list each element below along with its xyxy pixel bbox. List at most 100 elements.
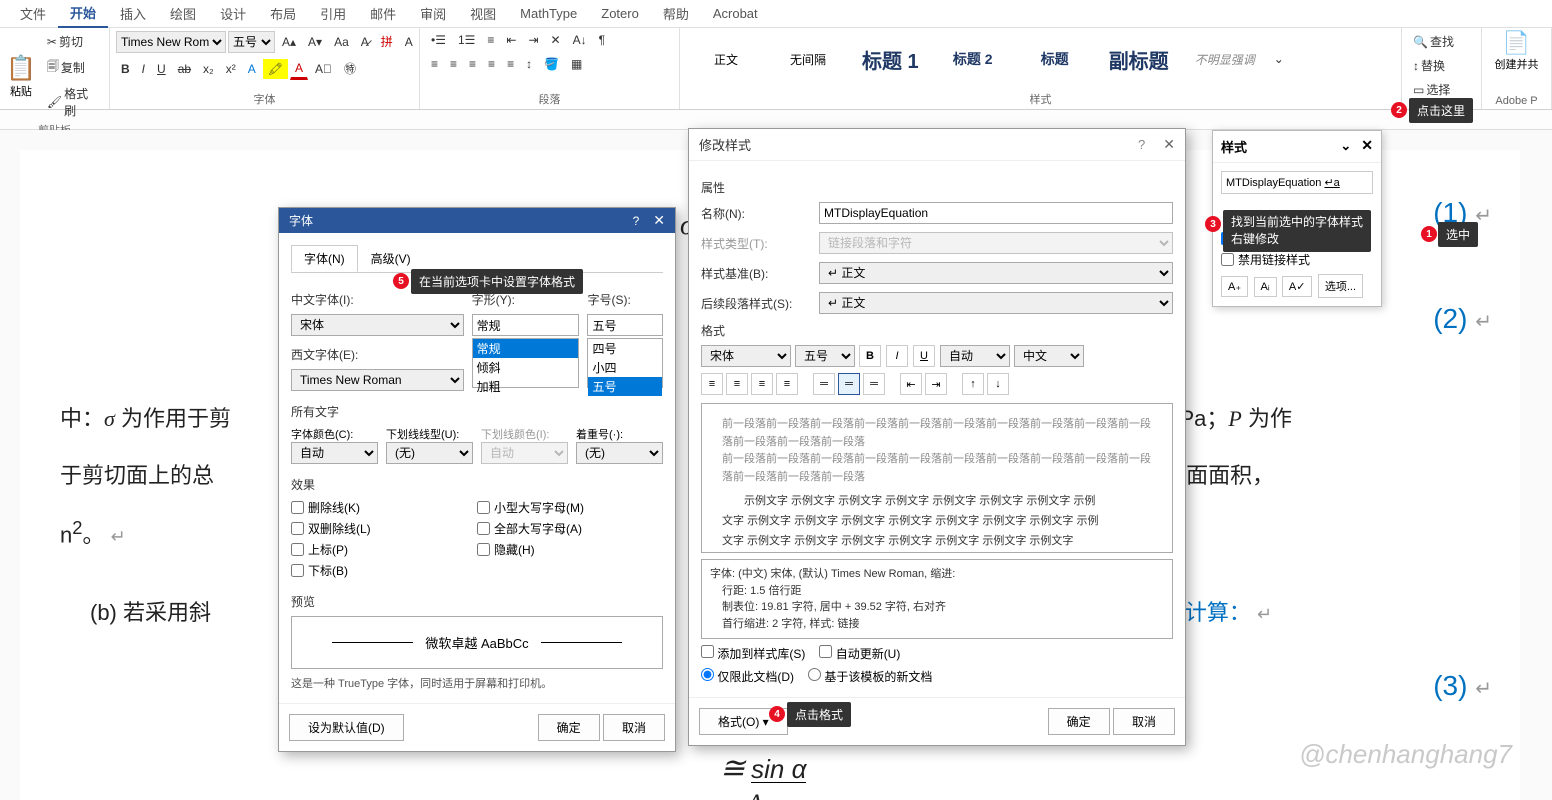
format-color-select[interactable]: 自动 <box>940 345 1010 367</box>
tab-insert[interactable]: 插入 <box>108 0 158 27</box>
sort-button[interactable]: A↓ <box>568 30 592 50</box>
tab-draw[interactable]: 绘图 <box>158 0 208 27</box>
tab-design[interactable]: 设计 <box>208 0 258 27</box>
shrink-font-button[interactable]: A▾ <box>303 32 327 52</box>
align-center-button[interactable]: ≡ <box>445 54 462 74</box>
manage-styles-button[interactable]: A✓ <box>1282 276 1313 297</box>
smallcaps-checkbox[interactable]: 小型大写字母(M) <box>477 499 663 516</box>
align-justify-icon[interactable]: ≡ <box>776 373 798 395</box>
west-font-select[interactable]: Times New Roman <box>291 369 464 391</box>
superscript-button[interactable]: x² <box>221 59 241 79</box>
format-painter-button[interactable]: 🖌 格式刷 <box>42 82 103 122</box>
align-center-icon[interactable]: ≡ <box>726 373 748 395</box>
change-case-button[interactable]: Aa <box>329 32 354 52</box>
tab-review[interactable]: 审阅 <box>408 0 458 27</box>
line-spacing-button[interactable]: ↕ <box>521 54 537 74</box>
align-right-icon[interactable]: ≡ <box>751 373 773 395</box>
style-subtitle[interactable]: 副标题 <box>1097 41 1181 78</box>
new-style-button[interactable]: A₊ <box>1221 276 1248 297</box>
italic-button[interactable]: I <box>137 59 150 79</box>
char-shading-button[interactable]: A⃞ <box>310 59 337 79</box>
subscript-button[interactable]: x₂ <box>198 59 219 79</box>
enclosed-char-button[interactable]: ㊕ <box>339 57 361 80</box>
disable-linked-checkbox[interactable]: 禁用链接样式 <box>1221 251 1373 268</box>
indent-left-icon[interactable]: ⇤ <box>900 373 922 395</box>
allcaps-checkbox[interactable]: 全部大写字母(A) <box>477 520 663 537</box>
tab-help[interactable]: 帮助 <box>651 0 701 27</box>
text-effects-button[interactable]: A <box>243 59 261 79</box>
subscript-checkbox[interactable]: 下标(B) <box>291 562 477 579</box>
clear-format-button[interactable]: A̷ <box>356 32 374 52</box>
cn-font-select[interactable]: 宋体 <box>291 314 464 336</box>
modify-cancel-button[interactable]: 取消 <box>1113 708 1175 735</box>
format-underline[interactable]: U <box>913 345 935 367</box>
options-button[interactable]: 选项... <box>1318 274 1363 298</box>
phonetic-button[interactable]: 拼 <box>376 30 398 53</box>
style-inspector-button[interactable]: Aᵢ <box>1254 277 1277 297</box>
only-doc-radio[interactable]: 仅限此文档(D) <box>701 668 794 685</box>
superscript-checkbox[interactable]: 上标(P) <box>291 541 477 558</box>
font-style-input[interactable] <box>472 314 580 336</box>
chevron-down-icon[interactable]: ⌄ <box>1340 138 1351 153</box>
multilevel-button[interactable]: ≡ <box>482 30 499 50</box>
style-heading1[interactable]: 标题 1 <box>850 41 931 78</box>
styles-more-button[interactable]: ⌄ <box>1269 49 1289 69</box>
emphasis-select[interactable]: (无) <box>576 442 663 464</box>
bullets-button[interactable]: •☰ <box>426 30 451 50</box>
font-tab[interactable]: 字体(N) <box>291 245 358 272</box>
font-size-select[interactable]: 五号 <box>228 31 275 53</box>
close-icon[interactable]: ✕ <box>1163 136 1175 152</box>
paste-button[interactable]: 粘贴 <box>6 83 36 99</box>
asian-layout-button[interactable]: ✕ <box>546 30 566 50</box>
dstrike-checkbox[interactable]: 双删除线(L) <box>291 520 477 537</box>
underline-select[interactable]: (无) <box>386 442 473 464</box>
close-icon[interactable]: ✕ <box>1361 137 1373 153</box>
tab-layout[interactable]: 布局 <box>258 0 308 27</box>
cut-button[interactable]: ✂ 剪切 <box>42 30 103 53</box>
show-marks-button[interactable]: ¶ <box>594 30 610 50</box>
new-template-radio[interactable]: 基于该模板的新文档 <box>808 668 932 685</box>
font-size-input[interactable] <box>587 314 663 336</box>
grow-font-button[interactable]: A▴ <box>277 32 301 52</box>
modify-dialog-title[interactable]: 修改样式 ?✕ <box>689 129 1185 161</box>
space-before-icon[interactable]: ↑ <box>962 373 984 395</box>
tab-mathtype[interactable]: MathType <box>508 2 589 25</box>
borders-button[interactable]: ▦ <box>566 54 587 74</box>
advanced-tab[interactable]: 高级(V) <box>358 245 424 272</box>
format-size-select[interactable]: 五号 <box>795 345 855 367</box>
font-family-select[interactable]: Times New Roma <box>116 31 226 53</box>
format-lang-select[interactable]: 中文 <box>1014 345 1084 367</box>
style-title[interactable]: 标题 <box>1015 45 1095 73</box>
font-style-list[interactable]: 常规 倾斜 加粗 <box>472 338 580 388</box>
set-default-button[interactable]: 设为默认值(D) <box>289 714 404 741</box>
copy-button[interactable]: 🗐 复制 <box>42 54 103 81</box>
font-dialog-title[interactable]: 字体 ?✕ <box>279 208 675 233</box>
tab-acrobat[interactable]: Acrobat <box>701 2 770 25</box>
find-button[interactable]: 🔍 查找 <box>1408 30 1475 53</box>
tab-mailings[interactable]: 邮件 <box>358 0 408 27</box>
format-font-select[interactable]: 宋体 <box>701 345 791 367</box>
bold-button[interactable]: B <box>116 59 135 79</box>
align-left-button[interactable]: ≡ <box>426 54 443 74</box>
tab-file[interactable]: 文件 <box>8 0 58 27</box>
add-library-checkbox[interactable]: 添加到样式库(S) <box>701 645 805 662</box>
font-color-button[interactable]: A <box>290 58 308 80</box>
increase-indent-button[interactable]: ⇥ <box>523 30 543 50</box>
tab-references[interactable]: 引用 <box>308 0 358 27</box>
style-entry-mtdisplay[interactable]: MTDisplayEquation ↵a <box>1221 171 1373 194</box>
modify-ok-button[interactable]: 确定 <box>1048 708 1110 735</box>
style-heading2[interactable]: 标题 2 <box>933 45 1013 73</box>
underline-button[interactable]: U <box>152 59 171 79</box>
auto-update-checkbox[interactable]: 自动更新(U) <box>819 645 900 662</box>
numbering-button[interactable]: 1☰ <box>453 30 480 50</box>
adobe-create-button[interactable]: 创建并共 <box>1488 56 1545 72</box>
based-on-select[interactable]: ↵ 正文 <box>819 262 1173 284</box>
next-style-select[interactable]: ↵ 正文 <box>819 292 1173 314</box>
style-no-spacing[interactable]: 无间隔 <box>768 47 848 72</box>
hidden-checkbox[interactable]: 隐藏(H) <box>477 541 663 558</box>
tab-home[interactable]: 开始 <box>58 0 108 28</box>
spacing-2-icon[interactable]: ═ <box>863 373 885 395</box>
decrease-indent-button[interactable]: ⇤ <box>501 30 521 50</box>
format-italic[interactable]: I <box>886 345 908 367</box>
font-color-select[interactable]: 自动 <box>291 442 378 464</box>
